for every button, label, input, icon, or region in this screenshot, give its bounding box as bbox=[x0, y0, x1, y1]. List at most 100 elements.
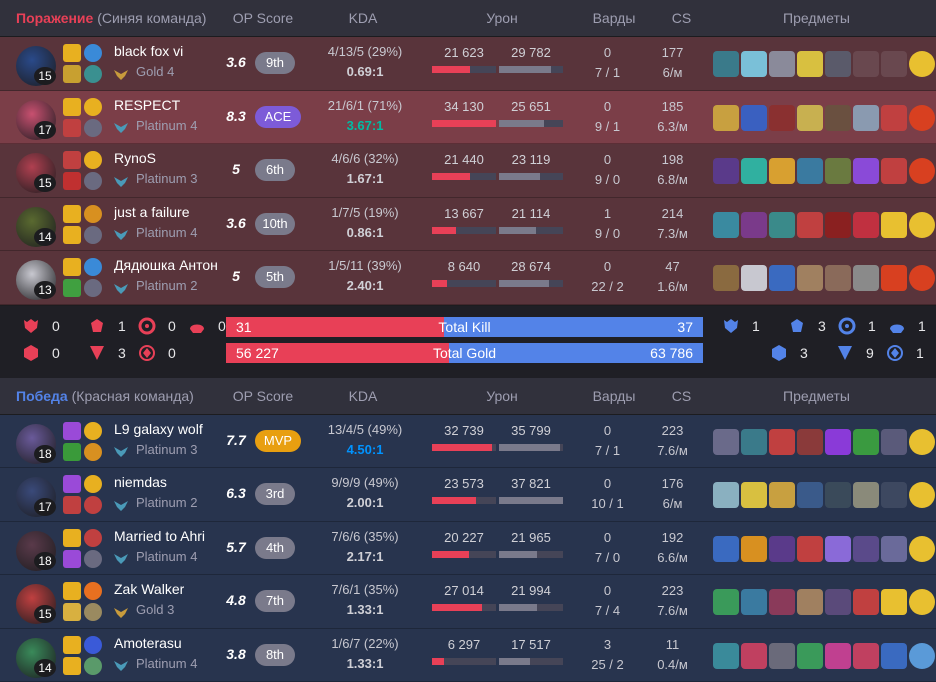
summoner-spell-icon[interactable] bbox=[63, 44, 81, 62]
item-icon[interactable] bbox=[825, 51, 851, 77]
rune-icon[interactable] bbox=[84, 44, 102, 62]
item-icon[interactable] bbox=[825, 429, 851, 455]
item-icon[interactable] bbox=[741, 643, 767, 669]
item-icon[interactable] bbox=[881, 158, 907, 184]
player-name[interactable]: niemdas bbox=[114, 474, 167, 490]
item-icon[interactable] bbox=[825, 212, 851, 238]
item-icon[interactable] bbox=[853, 105, 879, 131]
trinket-icon[interactable] bbox=[909, 105, 935, 131]
item-icon[interactable] bbox=[853, 589, 879, 615]
item-icon[interactable] bbox=[713, 589, 739, 615]
player-name[interactable]: Married to Ahri bbox=[114, 528, 205, 544]
player-name[interactable]: Amoterasu bbox=[114, 635, 182, 651]
rune-icon[interactable] bbox=[84, 582, 102, 600]
trinket-icon[interactable] bbox=[909, 429, 935, 455]
item-icon[interactable] bbox=[769, 212, 795, 238]
item-icon[interactable] bbox=[825, 589, 851, 615]
item-icon[interactable] bbox=[713, 536, 739, 562]
rune-secondary-icon[interactable] bbox=[84, 496, 102, 514]
player-row[interactable]: 14AmoterasuPlatinum 43.88th1/6/7 (22%)1.… bbox=[0, 629, 936, 682]
rune-secondary-icon[interactable] bbox=[84, 172, 102, 190]
item-icon[interactable] bbox=[741, 589, 767, 615]
item-icon[interactable] bbox=[853, 643, 879, 669]
item-icon[interactable] bbox=[769, 589, 795, 615]
item-icon[interactable] bbox=[741, 51, 767, 77]
summoner-spell-icon[interactable] bbox=[63, 496, 81, 514]
rune-secondary-icon[interactable] bbox=[84, 226, 102, 244]
item-icon[interactable] bbox=[881, 212, 907, 238]
item-icon[interactable] bbox=[825, 105, 851, 131]
rune-icon[interactable] bbox=[84, 151, 102, 169]
item-icon[interactable] bbox=[713, 429, 739, 455]
rune-secondary-icon[interactable] bbox=[84, 119, 102, 137]
item-icon[interactable] bbox=[881, 589, 907, 615]
summoner-spell-icon[interactable] bbox=[63, 529, 81, 547]
item-icon[interactable] bbox=[741, 212, 767, 238]
trinket-icon[interactable] bbox=[909, 482, 935, 508]
item-icon[interactable] bbox=[881, 536, 907, 562]
player-name[interactable]: Дядюшка Антон bbox=[114, 257, 218, 273]
item-icon[interactable] bbox=[713, 482, 739, 508]
item-icon[interactable] bbox=[713, 265, 739, 291]
item-icon[interactable] bbox=[797, 212, 823, 238]
player-row[interactable]: 15black fox viGold 43.69th4/13/5 (29%)0.… bbox=[0, 37, 936, 91]
summoner-spell-icon[interactable] bbox=[63, 205, 81, 223]
rune-icon[interactable] bbox=[84, 258, 102, 276]
player-row[interactable]: 17RESPECTPlatinum 48.3ACE21/6/1 (71%)3.6… bbox=[0, 91, 936, 145]
item-icon[interactable] bbox=[797, 643, 823, 669]
trinket-icon[interactable] bbox=[909, 158, 935, 184]
trinket-icon[interactable] bbox=[909, 536, 935, 562]
item-icon[interactable] bbox=[713, 105, 739, 131]
item-icon[interactable] bbox=[853, 212, 879, 238]
item-icon[interactable] bbox=[769, 51, 795, 77]
summoner-spell-icon[interactable] bbox=[63, 172, 81, 190]
summoner-spell-icon[interactable] bbox=[63, 636, 81, 654]
item-icon[interactable] bbox=[853, 482, 879, 508]
item-icon[interactable] bbox=[825, 643, 851, 669]
rune-secondary-icon[interactable] bbox=[84, 443, 102, 461]
summoner-spell-icon[interactable] bbox=[63, 119, 81, 137]
summoner-spell-icon[interactable] bbox=[63, 65, 81, 83]
trinket-icon[interactable] bbox=[909, 265, 935, 291]
player-row[interactable]: 15RynoSPlatinum 356th4/6/6 (32%)1.67:121… bbox=[0, 144, 936, 198]
summoner-spell-icon[interactable] bbox=[63, 279, 81, 297]
rune-icon[interactable] bbox=[84, 475, 102, 493]
rune-secondary-icon[interactable] bbox=[84, 65, 102, 83]
item-icon[interactable] bbox=[797, 429, 823, 455]
player-name[interactable]: Zak Walker bbox=[114, 581, 184, 597]
item-icon[interactable] bbox=[741, 536, 767, 562]
summoner-spell-icon[interactable] bbox=[63, 258, 81, 276]
item-icon[interactable] bbox=[881, 105, 907, 131]
player-name[interactable]: just a failure bbox=[114, 204, 189, 220]
trinket-icon[interactable] bbox=[909, 643, 935, 669]
item-icon[interactable] bbox=[741, 429, 767, 455]
player-row[interactable]: 18Married to AhriPlatinum 45.74th7/6/6 (… bbox=[0, 522, 936, 576]
trinket-icon[interactable] bbox=[909, 51, 935, 77]
player-row[interactable]: 17niemdasPlatinum 26.33rd9/9/9 (49%)2.00… bbox=[0, 468, 936, 522]
item-icon[interactable] bbox=[797, 158, 823, 184]
summoner-spell-icon[interactable] bbox=[63, 151, 81, 169]
player-name[interactable]: L9 galaxy wolf bbox=[114, 421, 203, 437]
item-icon[interactable] bbox=[741, 265, 767, 291]
item-icon[interactable] bbox=[853, 265, 879, 291]
item-icon[interactable] bbox=[825, 536, 851, 562]
item-icon[interactable] bbox=[769, 158, 795, 184]
summoner-spell-icon[interactable] bbox=[63, 657, 81, 675]
item-icon[interactable] bbox=[741, 158, 767, 184]
player-row[interactable]: 15Zak WalkerGold 34.87th7/6/1 (35%)1.33:… bbox=[0, 575, 936, 629]
trinket-icon[interactable] bbox=[909, 589, 935, 615]
summoner-spell-icon[interactable] bbox=[63, 443, 81, 461]
item-icon[interactable] bbox=[713, 158, 739, 184]
rune-secondary-icon[interactable] bbox=[84, 550, 102, 568]
rune-icon[interactable] bbox=[84, 98, 102, 116]
rune-icon[interactable] bbox=[84, 636, 102, 654]
summoner-spell-icon[interactable] bbox=[63, 475, 81, 493]
player-name[interactable]: RynoS bbox=[114, 150, 156, 166]
item-icon[interactable] bbox=[797, 482, 823, 508]
item-icon[interactable] bbox=[853, 429, 879, 455]
summoner-spell-icon[interactable] bbox=[63, 98, 81, 116]
item-icon[interactable] bbox=[769, 105, 795, 131]
item-icon[interactable] bbox=[797, 265, 823, 291]
player-name[interactable]: black fox vi bbox=[114, 43, 183, 59]
item-icon[interactable] bbox=[769, 482, 795, 508]
